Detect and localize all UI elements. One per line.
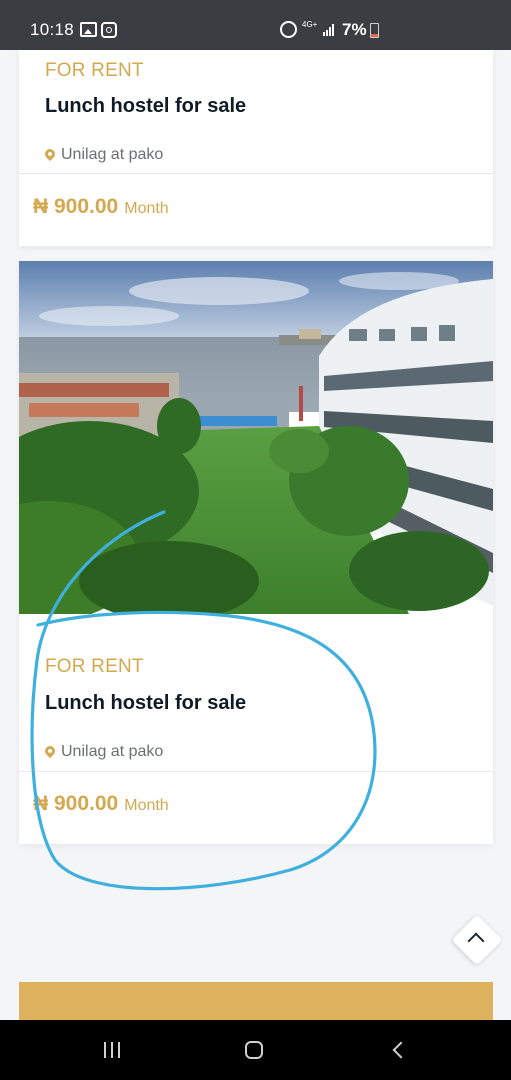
pin-icon xyxy=(42,743,58,759)
gallery-icon xyxy=(80,22,97,37)
price-amount: ₦ 900.00 xyxy=(33,792,119,815)
divider xyxy=(19,173,493,174)
price-period: Month xyxy=(124,200,169,217)
listing-price: ₦ 900.00 Month xyxy=(33,195,169,219)
listing-location: Unilag at pako xyxy=(42,743,164,761)
battery-level: 7% xyxy=(342,20,367,39)
listing-location-text: Unilag at pako xyxy=(61,743,164,760)
listing-title[interactable]: Lunch hostel for sale xyxy=(45,692,246,715)
listing-photo-image xyxy=(19,261,493,614)
divider xyxy=(19,771,493,772)
alarm-icon xyxy=(280,21,297,38)
listing-photo[interactable] xyxy=(19,261,493,614)
status-bar: 10:18 4G+ 7% xyxy=(0,0,511,50)
footer-banner xyxy=(19,982,493,1022)
home-icon[interactable] xyxy=(245,1041,263,1059)
listing-location-text: Unilag at pako xyxy=(61,146,164,163)
listing-card[interactable]: FOR RENT Lunch hostel for sale Unilag at… xyxy=(19,261,493,844)
listing-location: Unilag at pako xyxy=(42,146,164,164)
price-amount: ₦ 900.00 xyxy=(33,195,119,218)
recents-icon[interactable] xyxy=(104,1042,122,1058)
status-time: 10:18 xyxy=(30,20,75,39)
listing-tag: FOR RENT xyxy=(45,656,144,677)
listing-tag: FOR RENT xyxy=(45,60,144,81)
listing-price: ₦ 900.00 Month xyxy=(33,792,169,816)
instagram-icon xyxy=(101,22,117,38)
signal-icon xyxy=(323,24,335,36)
pin-icon xyxy=(42,146,58,162)
listing-title[interactable]: Lunch hostel for sale xyxy=(45,95,246,118)
battery-icon xyxy=(370,23,379,38)
price-period: Month xyxy=(124,797,169,814)
listing-card[interactable]: FOR RENT Lunch hostel for sale Unilag at… xyxy=(19,50,493,246)
network-type: 4G+ xyxy=(302,20,318,29)
